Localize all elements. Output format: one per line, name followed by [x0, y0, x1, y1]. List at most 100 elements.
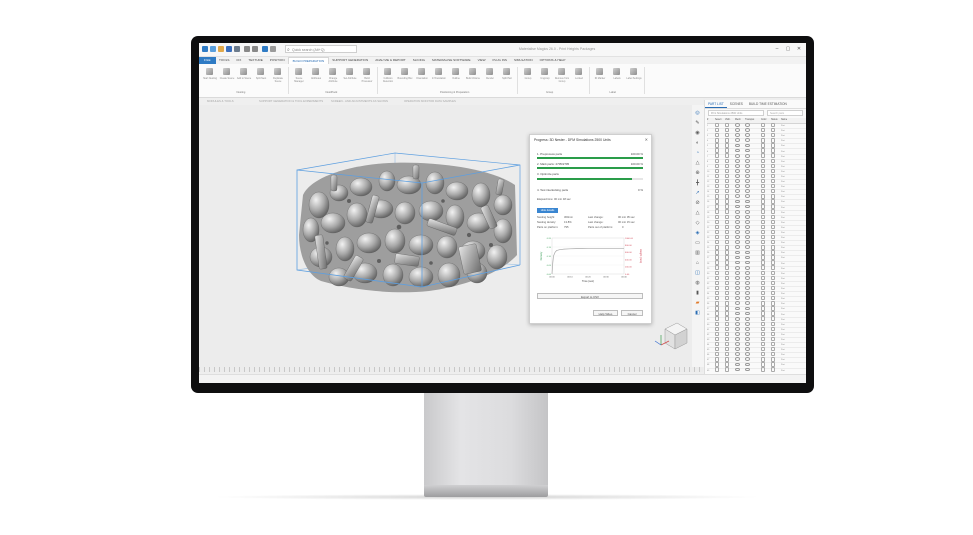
ribbon-label-settings-button[interactable]: Label Settings	[626, 77, 642, 80]
eye-icon[interactable]	[745, 230, 750, 234]
checkbox-icon[interactable]	[761, 224, 766, 230]
checkbox-icon[interactable]	[771, 306, 776, 311]
block-icon[interactable]: ⊘	[694, 200, 701, 206]
eye-icon[interactable]	[735, 148, 740, 153]
checkbox-icon[interactable]	[715, 306, 720, 311]
ribbon-change-attribute-icon[interactable]	[329, 68, 336, 75]
layer-icon[interactable]: ◈	[694, 230, 701, 236]
eye-icon[interactable]	[745, 326, 750, 331]
eye-icon[interactable]	[745, 240, 750, 245]
eye-icon[interactable]	[745, 153, 750, 158]
help-video-button[interactable]: Help Video	[593, 310, 618, 316]
checkbox-icon[interactable]	[725, 260, 730, 265]
eye-icon[interactable]	[745, 169, 750, 173]
ribbon-render-button[interactable]: Render	[482, 77, 498, 80]
grid-icon[interactable]: ▥	[694, 250, 701, 256]
color-icon[interactable]: ▰	[694, 300, 701, 306]
checkbox-icon[interactable]	[715, 316, 720, 321]
checkbox-icon[interactable]	[715, 245, 720, 250]
checkbox-icon[interactable]	[761, 133, 766, 138]
ribbon-outline-button[interactable]: Outline	[448, 77, 464, 80]
checkbox-icon[interactable]	[761, 148, 766, 153]
checkbox-icon[interactable]	[715, 234, 720, 240]
checkbox-icon[interactable]	[761, 352, 766, 357]
checkbox-icon[interactable]	[715, 260, 720, 265]
checkbox-icon[interactable]	[715, 127, 720, 133]
undo-icon[interactable]	[244, 46, 250, 52]
ribbon-collision-detection-icon[interactable]	[384, 68, 391, 75]
eye-icon[interactable]	[735, 250, 740, 255]
checkbox-icon[interactable]	[715, 346, 720, 352]
ribbon-split-nest-icon[interactable]	[257, 68, 264, 75]
pencil-icon[interactable]: ✎	[694, 120, 701, 126]
prism-icon[interactable]: △	[694, 210, 701, 216]
checkbox-icon[interactable]	[715, 341, 720, 347]
eye-icon[interactable]	[735, 158, 740, 163]
sub-toolbar-item[interactable]: SCREEN - AND ADJUSTMENTS AS SHOWN	[331, 98, 388, 105]
checkbox-icon[interactable]	[771, 346, 776, 352]
arrow-icon[interactable]: ↗	[694, 190, 701, 196]
eye-icon[interactable]	[745, 194, 750, 199]
eye-icon[interactable]	[735, 204, 740, 209]
checkbox-icon[interactable]	[725, 173, 730, 179]
ribbon-duplicate-scene-icon[interactable]	[274, 68, 281, 75]
tab-fix[interactable]: FIX	[233, 57, 245, 64]
eye-icon[interactable]	[735, 153, 740, 158]
checkbox-icon[interactable]	[761, 158, 766, 163]
eye-icon[interactable]	[735, 174, 740, 178]
checkbox-icon[interactable]	[725, 352, 730, 357]
checkbox-icon[interactable]	[761, 265, 766, 270]
eye-icon[interactable]	[735, 291, 740, 296]
checkbox-icon[interactable]	[715, 240, 720, 245]
ribbon-build-volume-button[interactable]: Build Volume	[465, 77, 481, 80]
diamond-icon[interactable]: ◇	[694, 220, 701, 226]
save-icon[interactable]	[226, 46, 232, 52]
checkbox-icon[interactable]	[761, 367, 766, 372]
eye-icon[interactable]	[745, 245, 750, 250]
checkbox-icon[interactable]	[725, 127, 730, 133]
eye-icon[interactable]	[745, 204, 750, 209]
checkbox-icon[interactable]	[725, 148, 730, 153]
checkbox-icon[interactable]	[771, 138, 776, 143]
checkbox-icon[interactable]	[715, 133, 720, 138]
checkbox-icon[interactable]	[771, 199, 776, 204]
checkbox-icon[interactable]	[761, 204, 766, 209]
checkbox-icon[interactable]	[771, 270, 776, 275]
checkbox-icon[interactable]	[725, 341, 730, 347]
eye-icon[interactable]	[745, 342, 750, 346]
checkbox-icon[interactable]	[715, 209, 720, 214]
checkbox-icon[interactable]	[725, 255, 730, 260]
eye-icon[interactable]	[745, 311, 750, 316]
checkbox-icon[interactable]	[771, 357, 776, 362]
eye-icon[interactable]	[745, 286, 750, 290]
ribbon-duplicate-scene-button[interactable]: Duplicate Scene	[270, 77, 286, 83]
eye-icon[interactable]	[745, 352, 750, 357]
checkbox-icon[interactable]	[771, 173, 776, 179]
checkbox-icon[interactable]	[761, 260, 766, 265]
eye-icon[interactable]	[735, 352, 740, 357]
eye-icon[interactable]	[735, 281, 740, 285]
ribbon-build-processor-icon[interactable]	[363, 68, 370, 75]
checkbox-icon[interactable]	[725, 163, 730, 168]
checkbox-icon[interactable]	[715, 301, 720, 306]
ribbon-split-nest-button[interactable]: Split Nest	[253, 77, 269, 80]
checkbox-icon[interactable]	[761, 168, 766, 174]
checkbox-icon[interactable]	[771, 336, 776, 342]
checkbox-icon[interactable]	[725, 250, 730, 255]
checkbox-icon[interactable]	[715, 194, 720, 199]
checkbox-icon[interactable]	[761, 336, 766, 342]
eye-icon[interactable]	[745, 143, 750, 148]
checkbox-icon[interactable]	[715, 362, 720, 367]
ribbon-start-nesting-button[interactable]: Start Nesting	[202, 77, 218, 80]
3d-viewport[interactable]: Progress: 3D Nester - DFM Simulations 25…	[199, 105, 692, 367]
checkbox-icon[interactable]	[715, 178, 720, 184]
tab-plug-ins[interactable]: PLUG INS	[489, 57, 510, 64]
open-file-icon[interactable]	[218, 46, 224, 52]
eye-icon[interactable]	[735, 194, 740, 199]
eye-icon[interactable]	[745, 214, 750, 219]
checkbox-icon[interactable]	[715, 265, 720, 270]
checkbox-icon[interactable]	[761, 153, 766, 158]
checkbox-icon[interactable]	[725, 183, 730, 189]
checkbox-icon[interactable]	[715, 189, 720, 194]
eye-icon[interactable]	[735, 133, 740, 138]
